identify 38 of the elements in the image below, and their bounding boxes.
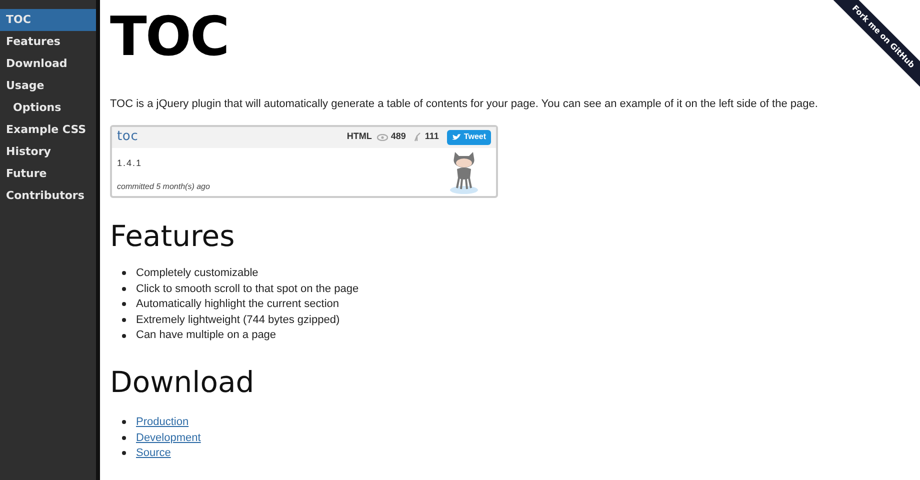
section-heading: Download [110, 365, 256, 400]
download-link[interactable]: Source [136, 445, 171, 462]
nav-item[interactable]: Features [0, 31, 96, 53]
feature-text: Completely customizable [136, 266, 258, 282]
feature-text: Extremely lightweight (744 bytes gzipped) [136, 312, 340, 328]
bullet-icon [122, 451, 126, 456]
feature-text: Click to smooth scroll to that spot on the page [136, 282, 359, 297]
feature-text: Can have multiple on a page [136, 328, 276, 344]
fork-icon [414, 132, 421, 142]
nav-item[interactable]: Contributors [0, 185, 96, 207]
commit-text: committed 5 month(s) ago [117, 181, 211, 193]
language-label: HTML [346, 130, 372, 144]
nav-item[interactable]: History [0, 141, 96, 163]
bullet-icon [122, 334, 126, 338]
bullet-icon [122, 318, 126, 322]
forks-count: 111 [424, 130, 439, 144]
nav-item[interactable]: Future [0, 163, 96, 185]
bullet-icon [122, 420, 126, 424]
nav-item[interactable]: Download [0, 53, 96, 75]
bullet-icon [122, 302, 126, 306]
bird-icon [452, 134, 461, 140]
repo-link[interactable]: toc [117, 127, 138, 147]
version-text: 1.4.1 [117, 156, 144, 170]
page-title: TOC [110, 4, 230, 70]
watchers-count: 489 [390, 130, 406, 144]
bullet-icon [122, 286, 126, 291]
nav-item[interactable]: Usage [0, 75, 96, 97]
nav-item[interactable]: TOC [0, 9, 96, 31]
nav-item[interactable]: Example CSS [0, 119, 96, 141]
download-link[interactable]: Development [136, 430, 201, 446]
nav-item[interactable]: Options [0, 97, 96, 119]
eye-icon [376, 134, 388, 140]
bullet-icon [122, 436, 126, 440]
section-heading: Features [110, 218, 236, 252]
download-link[interactable]: Production [136, 414, 189, 431]
feature-text: Automatically highlight the current section [136, 297, 339, 312]
bullet-icon [122, 271, 126, 276]
intro-text: TOC is a jQuery plugin that will automatically generate a table of contents for your page. You can see an example of it on the left side of the page. [110, 97, 818, 112]
